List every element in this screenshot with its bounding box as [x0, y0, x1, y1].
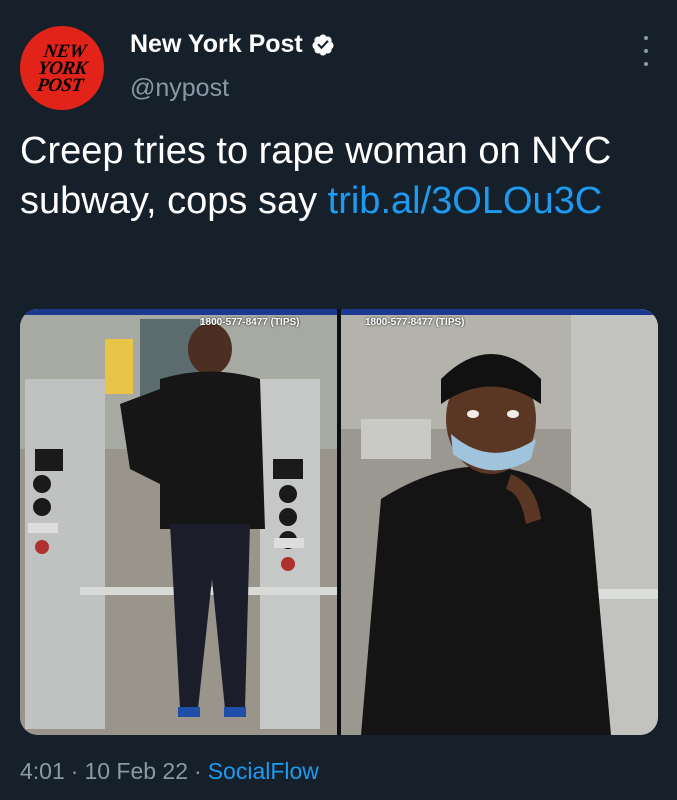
tweet-footer: 4:01 · 10 Feb 22 · SocialFlow [20, 758, 319, 785]
media-grid[interactable]: 1800-577-8477 (TIPS) 1800-577-8477 (TIPS… [20, 309, 658, 735]
tips-hotline-overlay: 1800-577-8477 (TIPS) [200, 317, 300, 328]
tweet-time[interactable]: 4:01 [20, 758, 65, 785]
separator: · [194, 758, 202, 784]
more-options-icon[interactable] [639, 36, 653, 66]
name-row: New York Post [130, 30, 335, 59]
tweet-link[interactable]: trib.al/3OLOu3C [328, 180, 603, 222]
tweet-text: Creep tries to rape woman on NYC subway,… [20, 126, 640, 226]
display-name[interactable]: New York Post [130, 30, 303, 59]
suspect-closeup-photo [341, 309, 658, 735]
verified-badge-icon [312, 34, 334, 55]
tips-hotline-overlay: 1800-577-8477 (TIPS) [365, 317, 465, 328]
subway-turnstile-photo [20, 309, 337, 735]
separator: · [70, 758, 79, 784]
handle[interactable]: @nypost [130, 74, 229, 103]
avatar-logo-text: NEW YORK POST [35, 40, 88, 96]
avatar[interactable]: NEW YORK POST [20, 26, 104, 110]
photo-right[interactable]: 1800-577-8477 (TIPS) [341, 309, 658, 735]
tweet-source[interactable]: SocialFlow [208, 758, 319, 785]
tweet-date[interactable]: 10 Feb 22 [84, 758, 188, 785]
tweet-header: NEW YORK POST New York Post @nypost [20, 26, 657, 110]
photo-left[interactable]: 1800-577-8477 (TIPS) [20, 309, 337, 735]
